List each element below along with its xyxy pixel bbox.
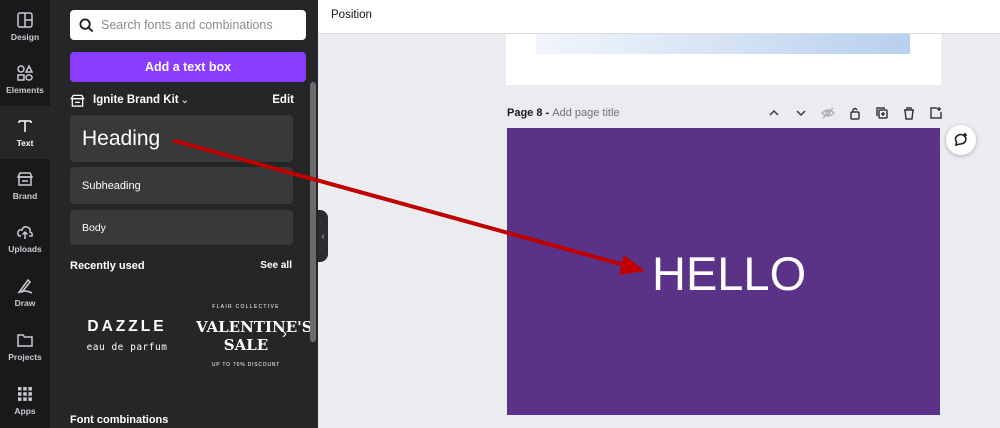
rail-label: Brand: [12, 191, 38, 201]
rail-label: Apps: [14, 406, 36, 416]
page-number: Page 8 -: [507, 107, 553, 119]
draw-icon: [17, 278, 33, 294]
font-combinations-header: Font combinations: [70, 414, 292, 426]
panel-scrollbar[interactable]: [310, 82, 316, 342]
template-valentines-sale[interactable]: FLAIR COLLECTIVE VALENTINE'S SALE UP TO …: [196, 296, 313, 378]
brand-kit-selector[interactable]: Ignite Brand Kit: [93, 94, 179, 106]
chevron-down-icon[interactable]: ⌄: [181, 95, 189, 106]
left-nav-rail: Design Elements Text Brand Uploads Draw …: [0, 0, 50, 428]
hide-page-button[interactable]: [814, 104, 841, 122]
chevron-down-icon: [795, 110, 806, 117]
add-page-button[interactable]: [922, 104, 949, 122]
uploads-icon: [17, 226, 33, 239]
previous-page-canvas[interactable]: [506, 34, 941, 85]
add-text-box-button[interactable]: Add a text box: [70, 52, 306, 82]
body-style-button[interactable]: Body: [70, 210, 293, 245]
rail-item-projects[interactable]: Projects: [0, 320, 50, 373]
template-title: DAZZLE: [87, 318, 167, 335]
heading-style-button[interactable]: Heading: [70, 115, 293, 162]
delete-page-button[interactable]: [895, 104, 922, 122]
position-button[interactable]: Position: [331, 9, 372, 21]
template-title-line1: VALENTINE'S: [196, 318, 313, 336]
brand-kit-row: Ignite Brand Kit ⌄ Edit: [70, 91, 294, 109]
brand-icon: [16, 172, 34, 186]
move-page-down-button[interactable]: [787, 104, 814, 122]
rail-label: Design: [10, 32, 40, 42]
add-page-icon: [929, 107, 942, 119]
add-comment-button[interactable]: [946, 125, 976, 155]
search-box[interactable]: [70, 10, 306, 40]
design-icon: [17, 12, 33, 28]
font-combinations-title: Font combinations: [70, 414, 169, 426]
chevron-left-icon: ‹: [321, 230, 325, 242]
rail-item-elements[interactable]: Elements: [0, 53, 50, 106]
page-canvas[interactable]: HELLO: [507, 128, 940, 415]
subheading-style-button[interactable]: Subheading: [70, 167, 293, 204]
chevron-right-icon[interactable]: ›: [282, 325, 287, 342]
comment-icon: [954, 133, 967, 147]
rail-label: Draw: [14, 298, 36, 308]
template-bottom-text: UP TO 70% DISCOUNT: [211, 362, 281, 368]
page-label: Page 8 - Add page title: [507, 107, 620, 119]
recently-used-title: Recently used: [70, 260, 145, 272]
duplicate-icon: [875, 107, 888, 119]
duplicate-page-button[interactable]: [868, 104, 895, 122]
rail-item-uploads[interactable]: Uploads: [0, 212, 50, 265]
template-subtitle: eau de parfum: [86, 342, 168, 353]
lock-icon: [849, 107, 860, 120]
template-dazzle[interactable]: DAZZLE eau de parfum: [70, 296, 184, 378]
page-title-input[interactable]: Add page title: [552, 107, 619, 119]
trash-icon: [903, 107, 914, 120]
canvas-text-element[interactable]: HELLO: [652, 246, 806, 301]
collapse-panel-handle[interactable]: ‹: [318, 210, 328, 262]
eye-icon: [820, 107, 835, 119]
brand-kit-icon: [70, 94, 85, 107]
text-icon: [18, 120, 32, 132]
template-title-line2: SALE: [223, 336, 269, 354]
chevron-up-icon: [768, 109, 779, 116]
rail-label: Projects: [8, 352, 42, 362]
rail-label: Elements: [6, 85, 44, 95]
rail-item-design[interactable]: Design: [0, 0, 50, 53]
edit-brand-kit-link[interactable]: Edit: [272, 94, 294, 106]
previous-page-image: [536, 34, 910, 54]
projects-icon: [17, 334, 33, 347]
see-all-link[interactable]: See all: [260, 260, 292, 272]
text-panel: Add a text box Ignite Brand Kit ⌄ Edit H…: [50, 0, 318, 428]
editor-toolbar: Position: [318, 0, 1000, 34]
search-input[interactable]: [101, 18, 296, 32]
rail-item-apps[interactable]: Apps: [0, 374, 50, 427]
search-icon: [79, 17, 94, 32]
rail-item-brand[interactable]: Brand: [0, 159, 50, 212]
move-page-up-button[interactable]: [760, 104, 787, 122]
page-toolbar: [760, 104, 949, 122]
lock-page-button[interactable]: [841, 104, 868, 122]
apps-icon: [18, 387, 32, 401]
rail-label: Text: [16, 138, 34, 148]
rail-item-draw[interactable]: Draw: [0, 266, 50, 319]
recently-used-header: Recently used See all: [70, 260, 292, 272]
elements-icon: [17, 64, 34, 81]
rail-item-text[interactable]: Text: [0, 106, 50, 159]
rail-label: Uploads: [8, 244, 42, 254]
template-top-text: FLAIR COLLECTIVE: [212, 304, 280, 310]
